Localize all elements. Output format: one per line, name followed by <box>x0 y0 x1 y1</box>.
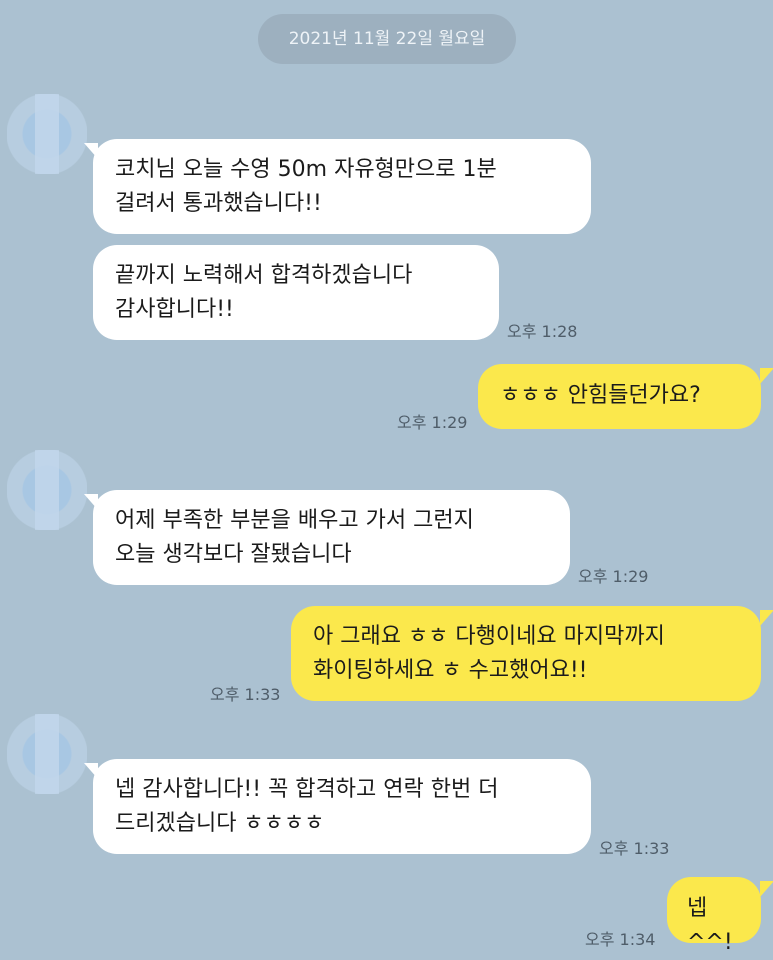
message-bubble-incoming[interactable]: 끝까지 노력해서 합격하겠습니다 감사합니다!! <box>93 245 499 340</box>
bubble-tail <box>760 368 773 384</box>
sender-avatar[interactable] <box>7 714 87 794</box>
message-timestamp: 오후 1:34 <box>585 930 656 949</box>
date-divider: 2021년 11월 22일 월요일 <box>258 14 516 64</box>
message-timestamp: 오후 1:28 <box>507 322 578 341</box>
sender-avatar[interactable] <box>7 94 87 174</box>
message-bubble-incoming[interactable]: 코치님 오늘 수영 50m 자유형만으로 1분 걸려서 통과했습니다!! <box>93 139 591 234</box>
message-timestamp: 오후 1:29 <box>397 413 468 432</box>
message-bubble-incoming[interactable]: 어제 부족한 부분을 배우고 가서 그런지 오늘 생각보다 잘됐습니다 <box>93 490 570 585</box>
sender-avatar[interactable] <box>7 450 87 530</box>
message-bubble-outgoing[interactable]: 아 그래요 ㅎㅎ 다행이네요 마지막까지 화이팅하세요 ㅎ 수고했어요!! <box>291 606 761 701</box>
bubble-tail <box>760 610 773 626</box>
message-timestamp: 오후 1:29 <box>578 567 649 586</box>
bubble-tail <box>760 881 773 897</box>
message-timestamp: 오후 1:33 <box>210 685 281 704</box>
message-timestamp: 오후 1:33 <box>599 839 670 858</box>
message-bubble-outgoing[interactable]: ㅎㅎㅎ 안힘들던가요? <box>478 364 761 429</box>
message-bubble-outgoing[interactable]: 넵^^! <box>667 877 761 955</box>
message-bubble-incoming[interactable]: 넵 감사합니다!! 꼭 합격하고 연락 한번 더 드리겠습니다 ㅎㅎㅎㅎ <box>93 759 591 854</box>
